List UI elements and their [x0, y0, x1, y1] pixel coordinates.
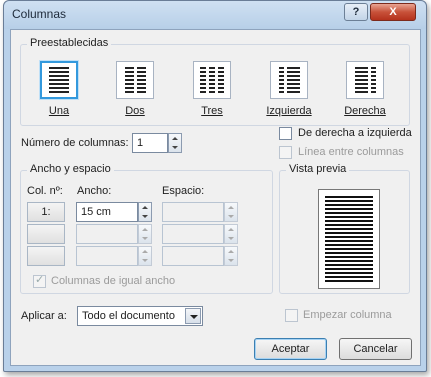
line-between-checkbox[interactable] — [279, 146, 292, 159]
col-number-2 — [27, 224, 65, 244]
preview-group: Vista previa — [279, 163, 410, 294]
dialog-body: Preestablecidas Una Dos Tres Izquierda D… — [10, 29, 421, 366]
apply-to-label: Aplicar a: — [21, 310, 67, 322]
start-column-label: Empezar columna — [303, 309, 392, 321]
preset-two[interactable]: Dos — [109, 61, 161, 117]
preview-page — [318, 189, 380, 289]
line-between-label: Línea entre columnas — [298, 146, 404, 158]
dialog-title: Columnas — [12, 7, 67, 21]
preview-group-label: Vista previa — [286, 163, 350, 175]
help-button[interactable]: ? — [344, 3, 368, 21]
width-spinner-3[interactable] — [138, 246, 152, 266]
preset-right[interactable]: Derecha — [339, 61, 391, 117]
width-spinner-2[interactable] — [138, 224, 152, 244]
spacing-header: Espacio: — [162, 185, 205, 197]
title-bar: Columnas ? X — [4, 1, 426, 29]
apply-to-select[interactable]: Todo el documento — [77, 306, 203, 326]
spacing-spinner-1[interactable] — [224, 202, 238, 222]
spacing-input-2[interactable] — [162, 224, 224, 244]
width-input-3[interactable] — [76, 246, 138, 266]
preset-right-label: Derecha — [344, 105, 386, 117]
dropdown-arrow-icon[interactable] — [185, 308, 201, 324]
preset-one-icon[interactable] — [40, 61, 78, 99]
preset-two-label: Dos — [125, 105, 145, 117]
width-spacing-group: Ancho y espacio Col. nº: Ancho: Espacio:… — [20, 163, 273, 294]
preset-one[interactable]: Una — [33, 61, 85, 117]
cancel-button[interactable]: Cancelar — [339, 338, 412, 360]
preset-three-icon[interactable] — [193, 61, 231, 99]
equal-width-label: Columnas de igual ancho — [51, 275, 176, 287]
num-columns-label: Número de columnas: — [21, 137, 129, 149]
right-to-left-checkbox[interactable] — [279, 127, 292, 140]
presets-group-label: Preestablecidas — [27, 37, 112, 49]
num-columns-input[interactable]: 1 — [132, 133, 168, 153]
spacing-spinner-2[interactable] — [224, 224, 238, 244]
columns-dialog: Columnas ? X Preestablecidas Una Dos Tre… — [3, 0, 427, 372]
preset-right-icon[interactable] — [346, 61, 384, 99]
width-input-1[interactable]: 15 cm — [76, 202, 138, 222]
col-number-3 — [27, 246, 65, 266]
preset-two-icon[interactable] — [116, 61, 154, 99]
apply-to-value: Todo el documento — [82, 310, 175, 322]
spacing-input-1[interactable] — [162, 202, 224, 222]
width-spinner-1[interactable] — [138, 202, 152, 222]
num-columns-spinner[interactable] — [168, 133, 182, 153]
spacing-input-3[interactable] — [162, 246, 224, 266]
preset-three-label: Tres — [201, 105, 223, 117]
close-button[interactable]: X — [370, 3, 416, 21]
width-input-2[interactable] — [76, 224, 138, 244]
col-number-1: 1: — [27, 202, 65, 222]
preset-one-label: Una — [48, 105, 70, 117]
presets-group: Preestablecidas Una Dos Tres Izquierda D… — [20, 37, 410, 126]
preset-left-label: Izquierda — [266, 105, 312, 117]
check-mark-icon: ✓ — [35, 274, 45, 286]
width-spacing-group-label: Ancho y espacio — [27, 163, 114, 175]
ok-button[interactable]: Aceptar — [254, 338, 327, 360]
preset-left-icon[interactable] — [270, 61, 308, 99]
preset-three[interactable]: Tres — [186, 61, 238, 117]
width-header: Ancho: — [77, 185, 112, 197]
right-to-left-label: De derecha a izquierda — [298, 127, 412, 139]
spacing-spinner-3[interactable] — [224, 246, 238, 266]
start-column-checkbox[interactable] — [285, 309, 298, 322]
preset-left[interactable]: Izquierda — [263, 61, 315, 117]
col-number-header: Col. nº: — [27, 185, 63, 197]
equal-width-checkbox[interactable]: ✓ — [33, 274, 46, 288]
